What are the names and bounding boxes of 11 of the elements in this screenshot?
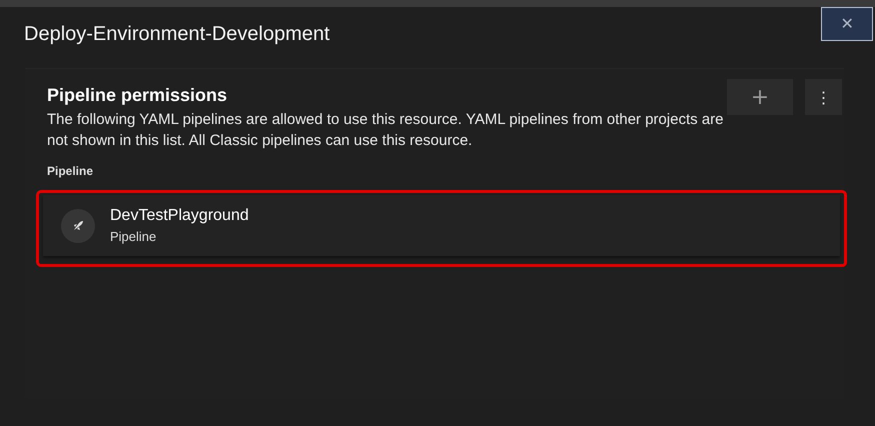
- close-button[interactable]: ✕: [821, 7, 873, 41]
- pipeline-item[interactable]: DevTestPlayground Pipeline: [43, 195, 840, 256]
- section-description: The following YAML pipelines are allowed to use this resource. YAML pipelines from other projects are not shown in this list. All Classic pipelines can use this resource.: [47, 110, 724, 151]
- more-button[interactable]: ⋮: [805, 79, 842, 115]
- pipeline-type: Pipeline: [110, 229, 158, 244]
- section-heading: Pipeline permissions: [47, 85, 228, 106]
- add-button[interactable]: +: [727, 79, 793, 115]
- dialog-title: Deploy-Environment-Development: [24, 23, 330, 46]
- rocket-icon: [61, 208, 95, 242]
- column-header: Pipeline: [47, 164, 94, 178]
- pipeline-name: DevTestPlayground: [110, 207, 249, 225]
